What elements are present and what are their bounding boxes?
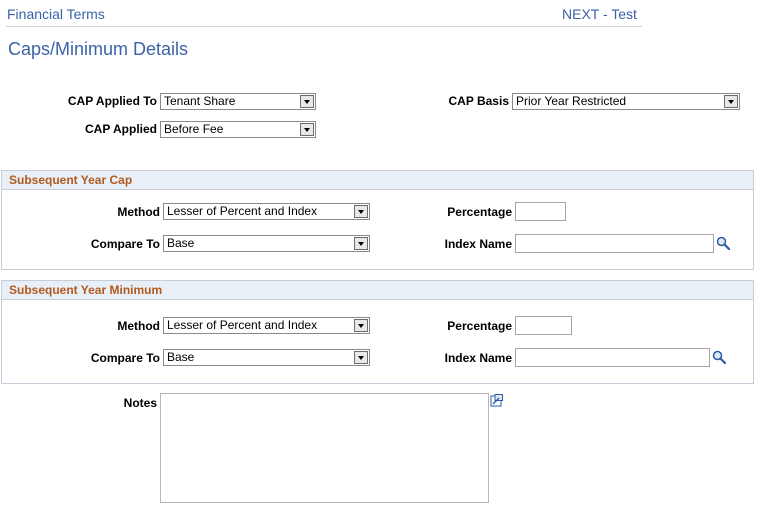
chevron-down-icon[interactable] [354, 319, 368, 332]
min-compare-to-value: Base [167, 350, 195, 364]
subsequent-year-minimum-section: Subsequent Year Minimum [1, 280, 754, 384]
cap-applied-value: Before Fee [164, 122, 224, 136]
cap-compare-to-label: Compare To [90, 237, 160, 251]
chevron-down-icon[interactable] [300, 123, 314, 136]
expand-window-icon[interactable] [490, 394, 503, 407]
min-compare-to-label: Compare To [90, 351, 160, 365]
magnifier-icon[interactable] [712, 350, 726, 364]
cap-basis-label: CAP Basis [448, 94, 509, 108]
chevron-down-icon[interactable] [354, 205, 368, 218]
cap-percentage-input[interactable] [515, 202, 566, 221]
magnifier-icon[interactable] [716, 236, 730, 250]
chevron-down-icon[interactable] [300, 95, 314, 108]
min-method-value: Lesser of Percent and Index [167, 318, 318, 332]
subsequent-year-minimum-title: Subsequent Year Minimum [2, 281, 753, 300]
cap-basis-select[interactable]: Prior Year Restricted [512, 93, 740, 110]
cap-applied-label: CAP Applied [84, 122, 157, 136]
cap-applied-to-select[interactable]: Tenant Share [160, 93, 316, 110]
cap-index-name-label: Index Name [444, 237, 512, 251]
min-method-label: Method [117, 319, 160, 333]
subsequent-year-cap-title: Subsequent Year Cap [2, 171, 753, 190]
cap-applied-select[interactable]: Before Fee [160, 121, 316, 138]
min-compare-to-select[interactable]: Base [163, 349, 370, 366]
cap-method-select[interactable]: Lesser of Percent and Index [163, 203, 370, 220]
notes-textarea[interactable] [160, 393, 489, 503]
min-method-select[interactable]: Lesser of Percent and Index [163, 317, 370, 334]
cap-applied-to-label: CAP Applied To [67, 94, 157, 108]
cap-applied-to-value: Tenant Share [164, 94, 236, 108]
cap-method-label: Method [117, 205, 160, 219]
cap-compare-to-select[interactable]: Base [163, 235, 370, 252]
min-index-name-input[interactable] [515, 348, 710, 367]
header-divider [6, 26, 642, 27]
cap-percentage-label: Percentage [447, 205, 512, 219]
cap-compare-to-value: Base [167, 236, 195, 250]
notes-label: Notes [123, 396, 157, 410]
financial-terms-link[interactable]: Financial Terms [7, 6, 105, 22]
subsequent-year-cap-section: Subsequent Year Cap [1, 170, 754, 270]
chevron-down-icon[interactable] [354, 237, 368, 250]
chevron-down-icon[interactable] [724, 95, 738, 108]
cap-basis-value: Prior Year Restricted [516, 94, 627, 108]
cap-index-name-input[interactable] [515, 234, 714, 253]
page-title: Caps/Minimum Details [8, 39, 189, 59]
min-percentage-input[interactable] [515, 316, 572, 335]
cap-method-value: Lesser of Percent and Index [167, 204, 318, 218]
next-test-link[interactable]: NEXT - Test [562, 6, 637, 22]
min-percentage-label: Percentage [447, 319, 512, 333]
chevron-down-icon[interactable] [354, 351, 368, 364]
min-index-name-label: Index Name [444, 351, 512, 365]
